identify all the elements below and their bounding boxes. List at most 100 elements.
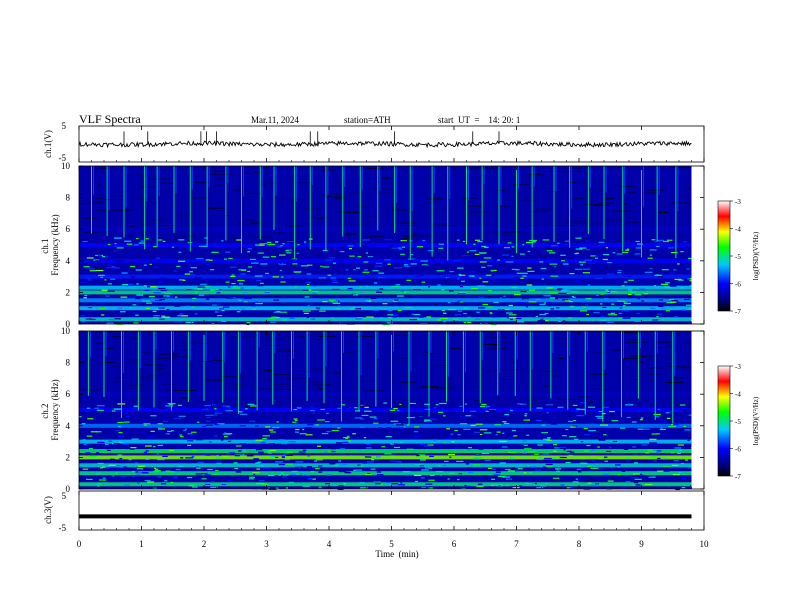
speckle (101, 289, 108, 291)
speckle (118, 435, 124, 437)
speckle (148, 295, 155, 298)
speckle (211, 251, 219, 253)
speckle (545, 463, 553, 466)
noise-pixel (411, 235, 434, 237)
speckle (390, 245, 394, 247)
speckle (505, 261, 514, 263)
speckle (435, 404, 439, 406)
speckle (357, 256, 362, 258)
noise-pixel (578, 396, 590, 398)
speckle (479, 433, 483, 436)
speckle (607, 273, 615, 275)
noise-pixel (557, 398, 577, 400)
speckle (209, 259, 213, 261)
speckle (606, 321, 614, 323)
frequency-band (79, 243, 692, 247)
speckle (233, 285, 238, 287)
speckle (656, 239, 665, 241)
speckle (331, 279, 337, 281)
noise-pixel (680, 195, 692, 197)
speckle (535, 469, 542, 471)
speckle (272, 254, 279, 256)
noise-pixel (196, 182, 211, 184)
speckle (588, 477, 596, 479)
noise-pixel (272, 383, 291, 385)
speckle (540, 267, 547, 270)
speckle (249, 476, 256, 478)
speckle (256, 465, 264, 467)
speckle (677, 444, 685, 446)
noise-pixel (503, 199, 508, 201)
speckle (553, 444, 558, 446)
speckle (236, 311, 241, 313)
speckle (351, 403, 355, 405)
speckle (157, 476, 162, 478)
speckle (565, 290, 571, 292)
speckle (280, 276, 284, 278)
noise-pixel (362, 380, 374, 382)
noise-pixel (124, 362, 142, 364)
noise-pixel (590, 384, 603, 386)
speckle (365, 285, 369, 288)
xtick-label: 7 (514, 539, 519, 549)
speckle (505, 468, 511, 471)
speckle (363, 437, 367, 439)
speckle (398, 248, 403, 250)
speckle (536, 486, 544, 489)
speckle (290, 473, 296, 475)
noise-pixel (496, 359, 513, 361)
speckle (252, 308, 257, 310)
speckle (595, 294, 599, 296)
speckle (385, 435, 391, 438)
speckle (262, 256, 270, 258)
speckle (97, 462, 104, 465)
speckle (501, 242, 507, 244)
speckle (377, 415, 380, 417)
speckle (303, 312, 309, 314)
speckle (513, 294, 521, 296)
speckle (125, 404, 132, 406)
speckle (632, 446, 637, 448)
speckle (193, 256, 196, 258)
speckle (336, 249, 344, 251)
speckle (207, 468, 213, 471)
speckle (153, 317, 158, 319)
speckle (545, 465, 553, 468)
noise-pixel (180, 341, 186, 343)
speckle (403, 265, 409, 267)
speckle (357, 317, 363, 319)
speckle (662, 422, 666, 424)
noise-pixel (670, 166, 692, 168)
speckle (680, 250, 684, 253)
speckle (449, 270, 454, 273)
speckle (417, 421, 423, 423)
speckle (259, 282, 264, 284)
speckle (130, 447, 137, 449)
speckle (443, 312, 446, 314)
speckle (465, 463, 470, 465)
speckle (508, 436, 515, 438)
speckle (143, 296, 150, 298)
speckle (340, 475, 348, 477)
speckle (673, 460, 679, 462)
speckle (197, 421, 200, 423)
noise-pixel (664, 381, 684, 383)
speckle (580, 441, 584, 443)
speckle (521, 429, 524, 431)
noise-pixel (462, 197, 476, 199)
speckle (157, 444, 164, 447)
speckle (325, 414, 329, 416)
speckle (420, 459, 426, 461)
speckle (294, 431, 300, 433)
noise-pixel (91, 186, 112, 188)
speckle (88, 268, 95, 270)
noise-pixel (488, 231, 500, 233)
speckle (464, 315, 472, 317)
speckle (128, 252, 136, 254)
speckle (502, 432, 505, 434)
noise-pixel (178, 349, 196, 351)
speckle (457, 315, 462, 317)
station-label: station=ATH (344, 115, 391, 125)
speckle (178, 251, 182, 253)
speckle (394, 267, 402, 269)
